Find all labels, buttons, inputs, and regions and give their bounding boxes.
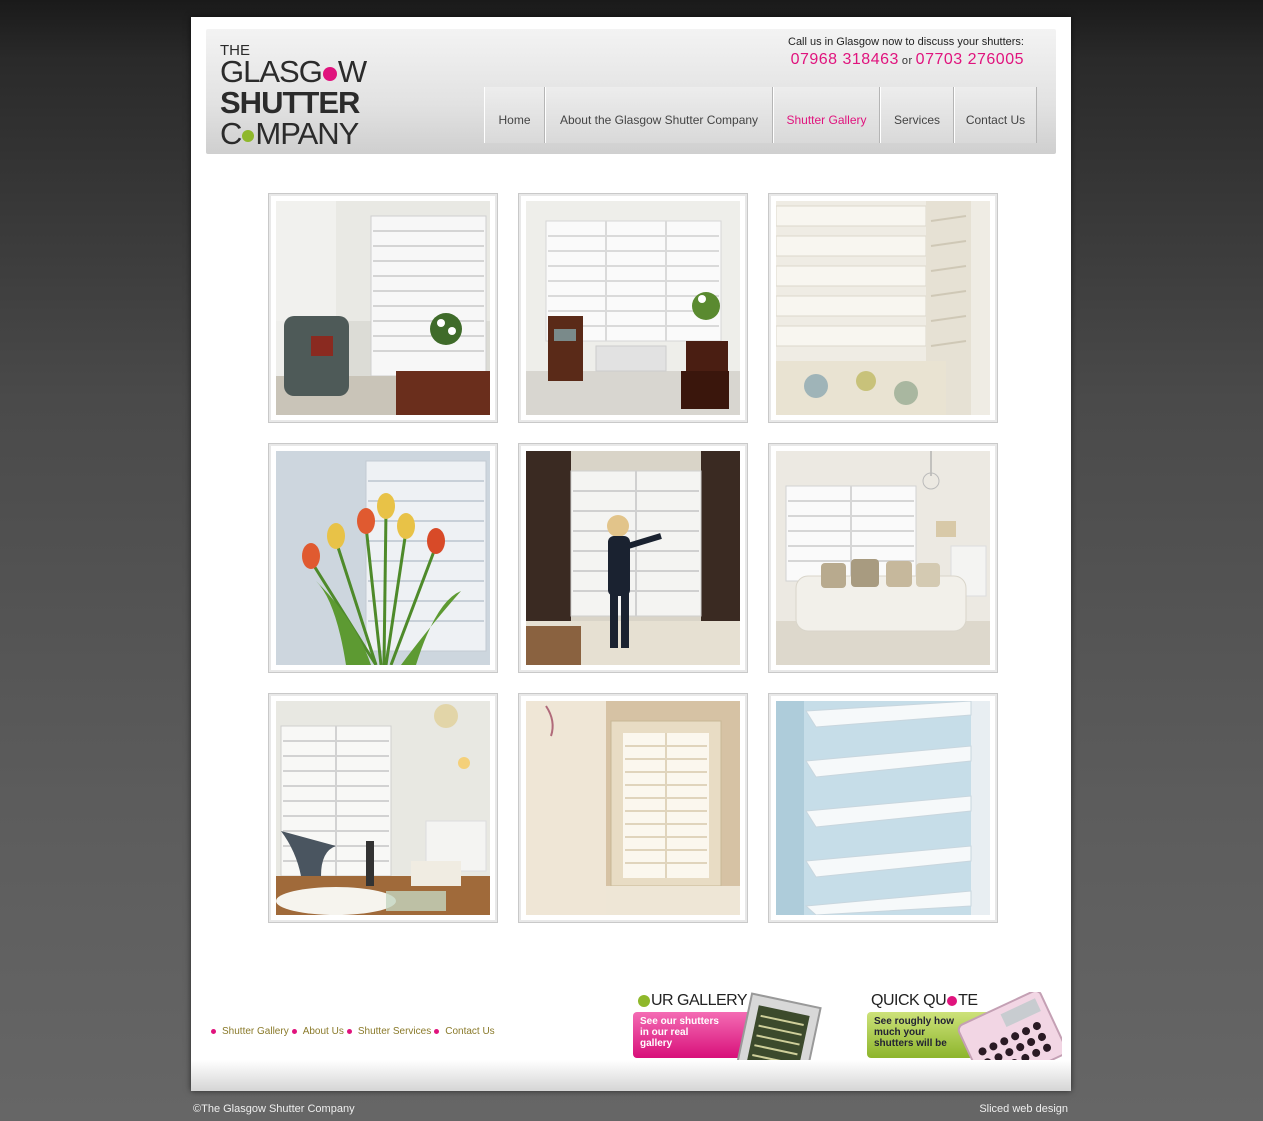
bullet-icon — [291, 1029, 297, 1034]
louvre-closeup-photo — [776, 701, 990, 915]
bay-window-chair-photo — [526, 201, 740, 415]
main-nav: Home About the Glasgow Shutter Company S… — [484, 87, 1037, 143]
shutter-closeup-bed-photo — [776, 201, 990, 415]
gallery-thumb-4[interactable] — [268, 443, 498, 673]
phone-numbers: 07968 318463 or 07703 276005 — [788, 51, 1024, 69]
logo-green-dot-icon — [242, 129, 255, 142]
nav-services[interactable]: Services — [880, 87, 954, 143]
bullet-icon — [434, 1029, 440, 1034]
header: THE GLASG W SHUTTER C MPANY Call us in Gla… — [206, 29, 1056, 154]
sofa-living-room-photo — [776, 451, 990, 665]
credit-link[interactable]: Sliced web design — [979, 1103, 1068, 1115]
footer-link-contact[interactable]: Contact Us — [445, 1026, 494, 1037]
gallery-thumb-9[interactable] — [768, 693, 998, 923]
copyright: ©The Glasgow Shutter Company — [193, 1103, 355, 1115]
page-container: THE GLASG W SHUTTER C MPANY Call us in Gla… — [191, 17, 1071, 1091]
call-info: Call us in Glasgow now to discuss your s… — [788, 36, 1024, 69]
gallery-thumb-8[interactable] — [518, 693, 748, 923]
gallery-thumb-3[interactable] — [768, 193, 998, 423]
footer-bar — [191, 1060, 1071, 1091]
nav-contact[interactable]: Contact Us — [954, 87, 1037, 143]
gallery-thumb-5[interactable] — [518, 443, 748, 673]
phone-or: or — [901, 55, 913, 67]
call-text: Call us in Glasgow now to discuss your s… — [788, 36, 1024, 48]
logo-line-1: GLASG W — [220, 54, 367, 89]
nav-shutter-gallery[interactable]: Shutter Gallery — [773, 87, 880, 143]
footer-links: Shutter Gallery About Us Shutter Service… — [211, 1026, 495, 1037]
cream-room-window-photo — [526, 701, 740, 915]
footer-link-gallery[interactable]: Shutter Gallery — [222, 1026, 289, 1037]
green-o-icon — [638, 994, 650, 1007]
gallery-thumb-1[interactable] — [268, 193, 498, 423]
bullet-icon — [346, 1029, 352, 1034]
lounge-chandelier-photo — [276, 701, 490, 915]
phone-1[interactable]: 07968 318463 — [791, 51, 899, 68]
living-room-armchair-photo — [276, 201, 490, 415]
logo-line-3: C MPANY — [220, 116, 359, 151]
bullet-icon — [211, 1029, 216, 1034]
logo-pink-dot-icon — [322, 66, 337, 81]
nav-about[interactable]: About the Glasgow Shutter Company — [545, 87, 773, 143]
our-gallery-text: See our shutters in our real gallery — [640, 1016, 719, 1049]
tulips-window-photo — [276, 451, 490, 665]
gallery-thumb-6[interactable] — [768, 443, 998, 673]
gallery-thumb-2[interactable] — [518, 193, 748, 423]
nav-home[interactable]: Home — [484, 87, 545, 143]
woman-opening-shutters-photo — [526, 451, 740, 665]
quick-quote-text: See roughly how much your shutters will … — [874, 1016, 955, 1049]
footer-link-about[interactable]: About Us — [303, 1026, 344, 1037]
phone-2[interactable]: 07703 276005 — [916, 51, 1024, 68]
gallery-thumb-7[interactable] — [268, 693, 498, 923]
footer-link-services[interactable]: Shutter Services — [358, 1026, 431, 1037]
logo[interactable]: THE GLASG W SHUTTER C MPANY — [220, 43, 370, 149]
logo-line-2: SHUTTER — [220, 85, 360, 120]
